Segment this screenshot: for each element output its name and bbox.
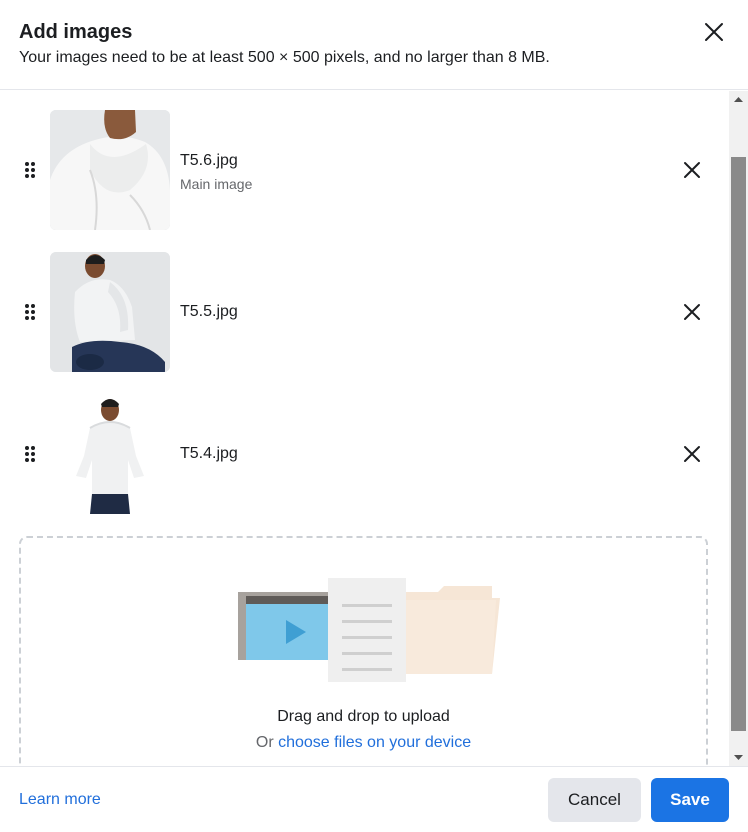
close-dialog-button[interactable]	[698, 16, 730, 48]
close-icon	[705, 23, 723, 41]
main-image-label: Main image	[180, 176, 253, 192]
image-list: T5.6.jpg Main image T5.5.jpg T5.4.jpg Dr…	[0, 91, 748, 766]
dialog-footer: Learn more Cancel Save	[0, 766, 748, 832]
image-filename: T5.6.jpg	[180, 152, 238, 169]
or-text: Or	[255, 734, 274, 751]
cancel-button[interactable]: Cancel	[548, 778, 641, 822]
dialog-title: Add images	[19, 21, 133, 43]
choose-files-link[interactable]: choose files on your device	[278, 734, 471, 751]
remove-image-button[interactable]	[678, 440, 706, 468]
image-thumbnail[interactable]	[50, 110, 170, 230]
upload-illustration-icon	[238, 578, 500, 682]
scrollbar-thumb[interactable]	[731, 157, 746, 731]
drag-drop-text: Drag and drop to upload	[277, 708, 450, 725]
drag-handle-icon[interactable]	[22, 160, 38, 180]
scroll-up-icon[interactable]	[729, 91, 748, 108]
image-filename: T5.5.jpg	[180, 303, 238, 320]
image-thumbnail[interactable]	[50, 394, 170, 514]
close-icon	[684, 162, 700, 178]
image-thumbnail[interactable]	[50, 252, 170, 372]
close-icon	[684, 304, 700, 320]
upload-dropzone[interactable]: Drag and drop to upload Or choose files …	[19, 536, 708, 766]
image-item: T5.6.jpg Main image	[0, 110, 729, 230]
learn-more-link[interactable]: Learn more	[19, 791, 101, 809]
remove-image-button[interactable]	[678, 156, 706, 184]
save-button[interactable]: Save	[651, 778, 729, 822]
image-filename: T5.4.jpg	[180, 445, 238, 462]
choose-files-line: Or choose files on your device	[21, 734, 706, 752]
image-item: T5.5.jpg	[0, 252, 729, 372]
dialog-header: Add images Your images need to be at lea…	[0, 0, 748, 90]
vertical-scrollbar[interactable]	[729, 91, 748, 766]
image-item: T5.4.jpg	[0, 394, 729, 514]
scroll-down-icon[interactable]	[729, 749, 748, 766]
remove-image-button[interactable]	[678, 298, 706, 326]
drag-handle-icon[interactable]	[22, 444, 38, 464]
dialog-subtitle: Your images need to be at least 500 × 50…	[19, 49, 550, 66]
drag-handle-icon[interactable]	[22, 302, 38, 322]
close-icon	[684, 446, 700, 462]
